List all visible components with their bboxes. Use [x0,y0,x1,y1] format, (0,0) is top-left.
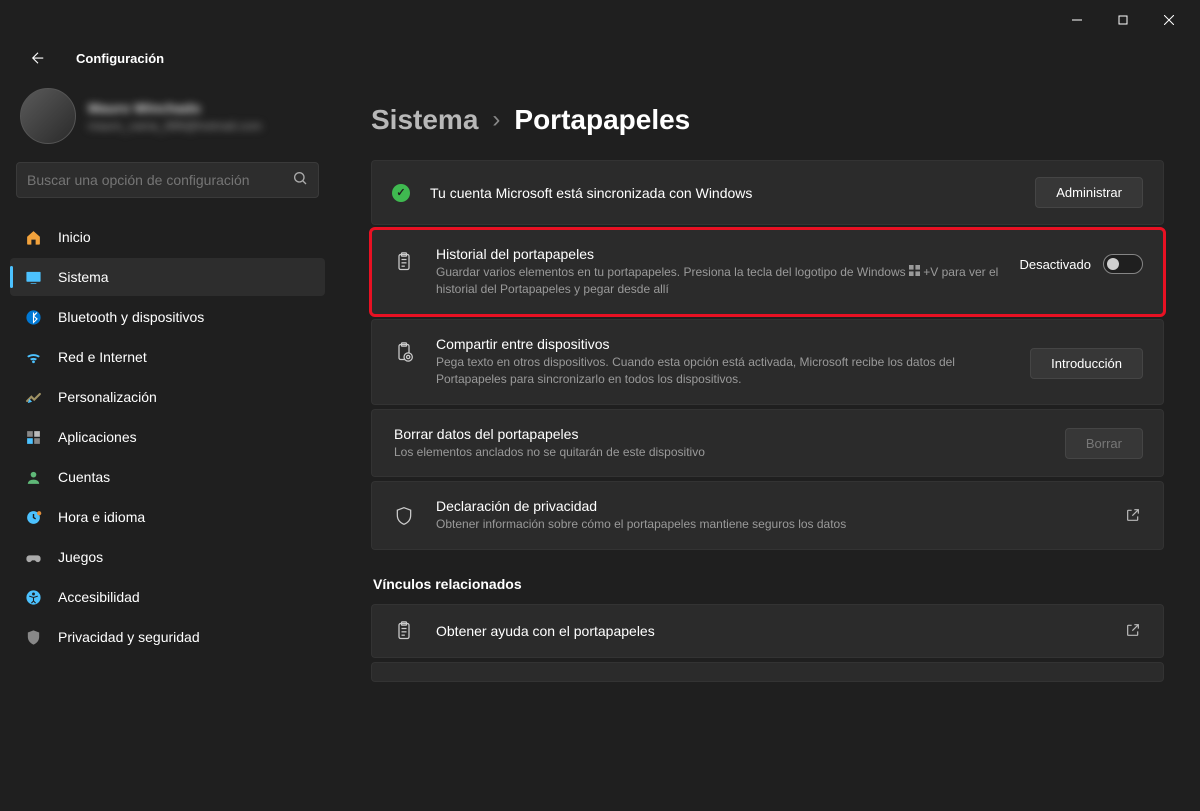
search-input[interactable] [27,172,292,188]
clipboard-icon [392,252,416,272]
nav-red[interactable]: Red e Internet [10,338,325,376]
breadcrumb: Sistema › Portapapeles [371,104,1164,136]
search-box[interactable] [16,162,319,198]
bluetooth-icon [24,308,42,326]
history-toggle[interactable] [1103,254,1143,274]
nav-privacidad[interactable]: Privacidad y seguridad [10,618,325,656]
maximize-button[interactable] [1100,4,1146,36]
share-title: Compartir entre dispositivos [436,336,1010,352]
nav-sistema[interactable]: Sistema [10,258,325,296]
nav-label: Accesibilidad [58,589,140,605]
nav-label: Bluetooth y dispositivos [58,309,204,325]
external-link-icon [1125,622,1143,640]
clipboard-icon [392,621,416,641]
nav-hora[interactable]: Hora e idioma [10,498,325,536]
search-icon [292,170,308,191]
clear-desc: Los elementos anclados no se quitarán de… [394,444,1045,461]
system-icon [24,268,42,286]
toggle-state-label: Desactivado [1019,257,1091,272]
back-button[interactable] [20,40,56,76]
nav-personalizacion[interactable]: Personalización [10,378,325,416]
history-desc: Guardar varios elementos en tu portapape… [436,264,999,298]
nav-juegos[interactable]: Juegos [10,538,325,576]
related-heading: Vínculos relacionados [373,576,1164,592]
breadcrumb-current: Portapapeles [514,104,690,136]
clipboard-sync-icon [392,342,416,362]
content: Sistema › Portapapeles ✓ Tu cuenta Micro… [335,84,1200,811]
nav-bluetooth[interactable]: Bluetooth y dispositivos [10,298,325,336]
nav-label: Hora e idioma [58,509,145,525]
chevron-right-icon: › [492,106,500,134]
clear-data-card: Borrar datos del portapapeles Los elemen… [371,409,1164,478]
history-title: Historial del portapapeles [436,246,999,262]
nav-label: Cuentas [58,469,110,485]
privacy-statement-card[interactable]: Declaración de privacidad Obtener inform… [371,481,1164,550]
privacy-title: Declaración de privacidad [436,498,1105,514]
shield-icon [392,506,416,526]
share-devices-card[interactable]: Compartir entre dispositivos Pega texto … [371,319,1164,405]
account-sync-text: Tu cuenta Microsoft está sincronizada co… [430,185,1015,201]
nav-aplicaciones[interactable]: Aplicaciones [10,418,325,456]
breadcrumb-parent[interactable]: Sistema [371,104,478,136]
nav-label: Juegos [58,549,103,565]
accounts-icon [24,468,42,486]
games-icon [24,548,42,566]
nav-label: Privacidad y seguridad [58,629,200,645]
access-icon [24,588,42,606]
manage-account-button[interactable]: Administrar [1035,177,1143,208]
partial-card [371,662,1164,682]
share-intro-button[interactable]: Introducción [1030,348,1143,379]
privacy-desc: Obtener información sobre cómo el portap… [436,516,1105,533]
app-title: Configuración [76,51,164,66]
sidebar: Mauro Winchado mauro_cama_899@hotmail.co… [0,84,335,811]
clipboard-history-card[interactable]: Historial del portapapeles Guardar vario… [371,229,1164,315]
clear-title: Borrar datos del portapapeles [394,426,1045,442]
network-icon [24,348,42,366]
help-card[interactable]: Obtener ayuda con el portapapeles [371,604,1164,658]
nav: Inicio Sistema Bluetooth y dispositivos … [10,218,325,656]
nav-label: Sistema [58,269,109,285]
external-link-icon [1125,507,1143,525]
profile[interactable]: Mauro Winchado mauro_cama_899@hotmail.co… [10,84,325,162]
nav-inicio[interactable]: Inicio [10,218,325,256]
profile-name: Mauro Winchado [88,100,262,116]
privacy-icon [24,628,42,646]
nav-label: Aplicaciones [58,429,137,445]
avatar [20,88,76,144]
nav-label: Red e Internet [58,349,147,365]
windows-key-icon [909,264,920,281]
minimize-button[interactable] [1054,4,1100,36]
apps-icon [24,428,42,446]
profile-email: mauro_cama_899@hotmail.com [88,119,262,133]
checkmark-icon: ✓ [392,184,410,202]
help-title: Obtener ayuda con el portapapeles [436,623,1105,639]
titlebar [0,0,1200,40]
time-icon [24,508,42,526]
header: Configuración [0,40,1200,84]
account-sync-card: ✓ Tu cuenta Microsoft está sincronizada … [371,160,1164,225]
nav-accesibilidad[interactable]: Accesibilidad [10,578,325,616]
personalize-icon [24,388,42,406]
share-desc: Pega texto en otros dispositivos. Cuando… [436,354,1010,388]
home-icon [24,228,42,246]
nav-label: Inicio [58,229,91,245]
nav-cuentas[interactable]: Cuentas [10,458,325,496]
close-button[interactable] [1146,4,1192,36]
nav-label: Personalización [58,389,157,405]
clear-button: Borrar [1065,428,1143,459]
